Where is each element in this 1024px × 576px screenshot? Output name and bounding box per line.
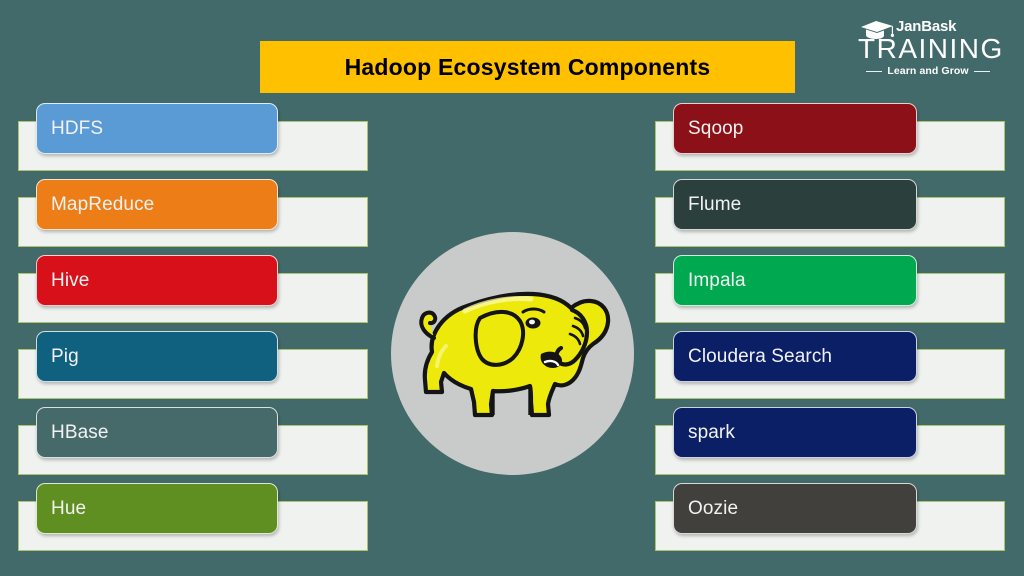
logo-tagline-text: Learn and Grow <box>887 65 969 77</box>
component-row: HBase <box>18 407 368 479</box>
component-label: Impala <box>688 269 746 291</box>
hadoop-elephant-logo <box>391 232 634 475</box>
component-chip-spark[interactable]: spark <box>673 407 917 458</box>
component-chip-impala[interactable]: Impala <box>673 255 917 306</box>
logo-tagline-row: Learn and Grow <box>852 65 1004 77</box>
component-row: Cloudera Search <box>655 331 1005 403</box>
component-row: HDFS <box>18 103 368 175</box>
component-row: Sqoop <box>655 103 1005 175</box>
logo-rule-right <box>973 70 990 72</box>
component-row: Hive <box>18 255 368 327</box>
component-row: Oozie <box>655 483 1005 555</box>
component-chip-hbase[interactable]: HBase <box>36 407 278 458</box>
component-chip-flume[interactable]: Flume <box>673 179 917 230</box>
component-label: Pig <box>51 345 79 367</box>
component-chip-hdfs[interactable]: HDFS <box>36 103 278 154</box>
component-row: spark <box>655 407 1005 479</box>
component-row: Hue <box>18 483 368 555</box>
component-label: Hive <box>51 269 90 291</box>
component-label: Cloudera Search <box>688 345 833 367</box>
brand-logo: JanBask TRAINING Learn and Grow <box>852 18 1004 80</box>
component-chip-oozie[interactable]: Oozie <box>673 483 917 534</box>
component-row: Pig <box>18 331 368 403</box>
component-row: MapReduce <box>18 179 368 251</box>
component-row: Flume <box>655 179 1005 251</box>
component-row: Impala <box>655 255 1005 327</box>
component-label: spark <box>688 421 735 443</box>
component-label: HDFS <box>51 117 104 139</box>
component-label: Hue <box>51 497 87 519</box>
component-chip-sqoop[interactable]: Sqoop <box>673 103 917 154</box>
component-chip-hue[interactable]: Hue <box>36 483 278 534</box>
component-chip-hive[interactable]: Hive <box>36 255 278 306</box>
elephant-illustration <box>419 291 611 418</box>
logo-product-text: TRAINING <box>858 33 1004 64</box>
component-chip-cloudera-search[interactable]: Cloudera Search <box>673 331 917 382</box>
page-title: Hadoop Ecosystem Components <box>344 53 711 80</box>
component-label: HBase <box>51 421 109 443</box>
title-banner: Hadoop Ecosystem Components <box>260 41 795 93</box>
component-chip-pig[interactable]: Pig <box>36 331 278 382</box>
component-label: Flume <box>688 193 742 215</box>
component-label: MapReduce <box>51 193 155 215</box>
component-label: Sqoop <box>688 117 744 139</box>
slide-canvas: Hadoop Ecosystem Components JanBask TRAI… <box>0 0 1024 576</box>
component-chip-mapreduce[interactable]: MapReduce <box>36 179 278 230</box>
component-label: Oozie <box>688 497 739 519</box>
logo-rule-left <box>866 70 883 72</box>
